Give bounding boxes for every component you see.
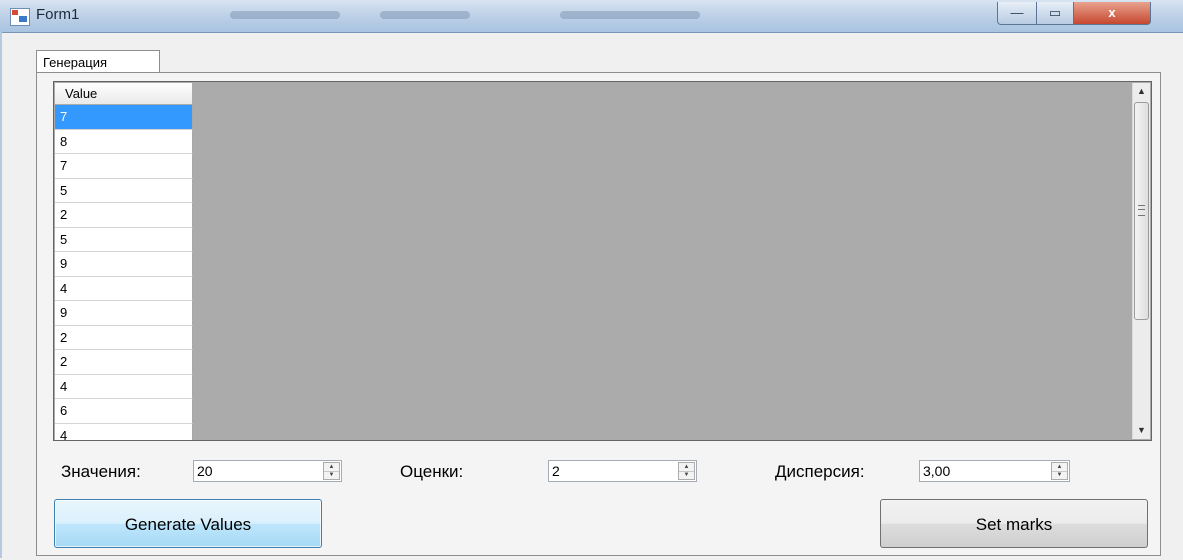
grid-row[interactable]: 2 <box>55 325 193 350</box>
scroll-down-arrow-icon[interactable]: ▼ <box>1133 422 1150 439</box>
grid-row[interactable]: 5 <box>55 178 193 203</box>
values-stepper[interactable]: 20 ▲ ▼ <box>193 460 342 482</box>
grid-row[interactable]: 6 <box>55 399 193 424</box>
marks-label: Оценки: <box>400 462 464 481</box>
marks-spin-buttons[interactable]: ▲ ▼ <box>678 462 695 480</box>
values-stepper-value[interactable]: 20 <box>197 462 213 481</box>
values-label: Значения: <box>61 462 141 481</box>
marks-stepper[interactable]: 2 ▲ ▼ <box>548 460 697 482</box>
blurred-title-region <box>380 11 470 19</box>
spin-down-icon[interactable]: ▼ <box>1052 471 1067 479</box>
grid-row[interactable]: 2 <box>55 203 193 228</box>
dispersion-stepper[interactable]: 3,00 ▲ ▼ <box>919 460 1070 482</box>
dispersion-label: Дисперсия: <box>775 462 865 481</box>
app-icon[interactable] <box>10 8 30 26</box>
grip-icon <box>1138 205 1145 216</box>
grid-row[interactable]: 4 <box>55 276 193 301</box>
grid-rows: 7 8 7 5 2 5 9 4 9 2 2 4 6 4 <box>55 105 193 440</box>
grid-row[interactable]: 7 <box>55 105 193 130</box>
spin-down-icon[interactable]: ▼ <box>679 471 694 479</box>
scroll-up-arrow-icon[interactable]: ▲ <box>1133 83 1150 100</box>
grid-row[interactable]: 8 <box>55 129 193 154</box>
grid-row[interactable]: 5 <box>55 227 193 252</box>
blurred-title-region <box>230 11 340 19</box>
maximize-button[interactable]: ▭ <box>1036 2 1074 25</box>
scrollbar-thumb[interactable] <box>1134 102 1149 320</box>
grid-row[interactable]: 4 <box>55 374 193 399</box>
dispersion-stepper-value[interactable]: 3,00 <box>923 462 950 481</box>
title-bar[interactable]: Form1 — ▭ x <box>0 0 1183 33</box>
grid-row[interactable]: 2 <box>55 350 193 375</box>
values-grid[interactable]: Value 7 8 7 5 2 5 9 4 9 2 2 4 6 4 ▲ ▼ <box>53 81 1152 441</box>
grid-row[interactable]: 9 <box>55 252 193 277</box>
column-header-value[interactable]: Value <box>55 83 193 105</box>
grid-row[interactable]: 4 <box>55 423 193 440</box>
generate-values-button[interactable]: Generate Values <box>54 499 322 548</box>
vertical-scrollbar[interactable]: ▲ ▼ <box>1132 83 1150 439</box>
grid-row[interactable]: 9 <box>55 301 193 326</box>
grid-row[interactable]: 7 <box>55 154 193 179</box>
set-marks-button[interactable]: Set marks <box>880 499 1148 548</box>
tab-generation[interactable]: Генерация <box>36 50 160 73</box>
spin-down-icon[interactable]: ▼ <box>324 471 339 479</box>
dispersion-spin-buttons[interactable]: ▲ ▼ <box>1051 462 1068 480</box>
blurred-title-region <box>560 11 700 19</box>
minimize-button[interactable]: — <box>997 2 1037 25</box>
window-title: Form1 <box>36 6 80 23</box>
marks-stepper-value[interactable]: 2 <box>552 462 560 481</box>
close-button[interactable]: x <box>1073 2 1151 25</box>
values-spin-buttons[interactable]: ▲ ▼ <box>323 462 340 480</box>
